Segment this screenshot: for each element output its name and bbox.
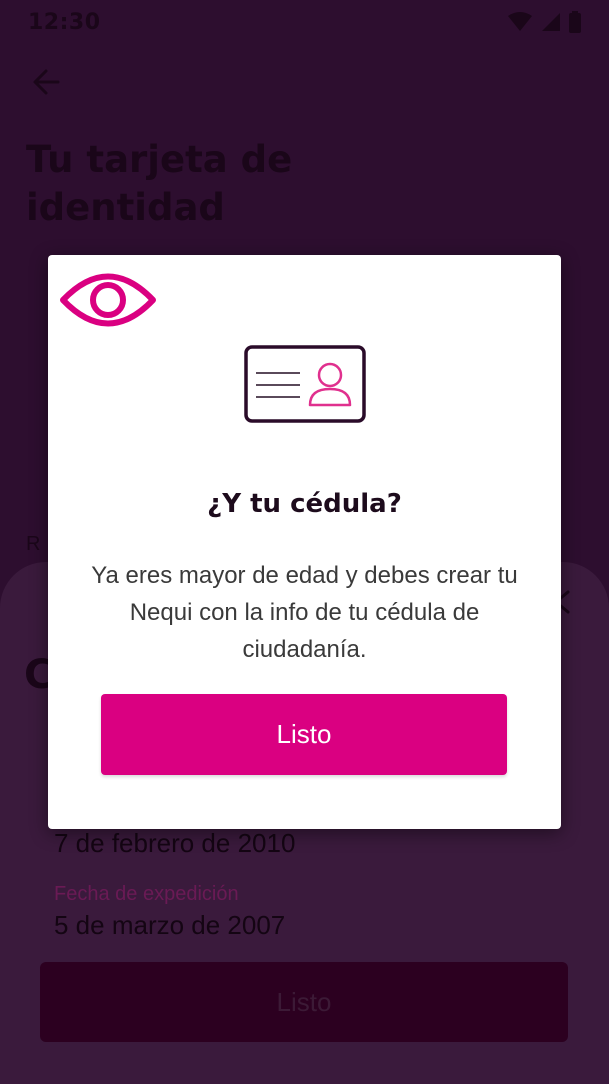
background-listo-button: Listo <box>40 962 568 1042</box>
expedition-date-label: Fecha de expedición <box>54 883 239 905</box>
battery-icon <box>569 11 581 33</box>
dialog-title: ¿Y tu cédula? <box>207 489 402 519</box>
wifi-icon <box>508 12 532 31</box>
eye-icon <box>60 273 156 327</box>
signal-icon <box>542 13 560 31</box>
date-of-birth-value: 7 de febrero de 2010 <box>54 828 296 858</box>
listo-button[interactable]: Listo <box>101 694 507 775</box>
dialog-body: Ya eres mayor de edad y debes crear tu N… <box>91 562 518 663</box>
status-time: 12:30 <box>28 9 101 35</box>
background-partial-label: R <box>26 533 41 555</box>
status-bar: 12:30 <box>0 0 609 44</box>
age-notice-dialog: ¿Y tu cédula? Ya eres mayor de edad y de… <box>48 255 561 829</box>
id-card-icon <box>244 345 366 423</box>
back-arrow-icon[interactable] <box>28 62 68 102</box>
status-icons <box>507 11 581 33</box>
expedition-date-value: 5 de marzo de 2007 <box>54 910 286 940</box>
page-title: Tu tarjeta de identidad <box>26 138 293 229</box>
